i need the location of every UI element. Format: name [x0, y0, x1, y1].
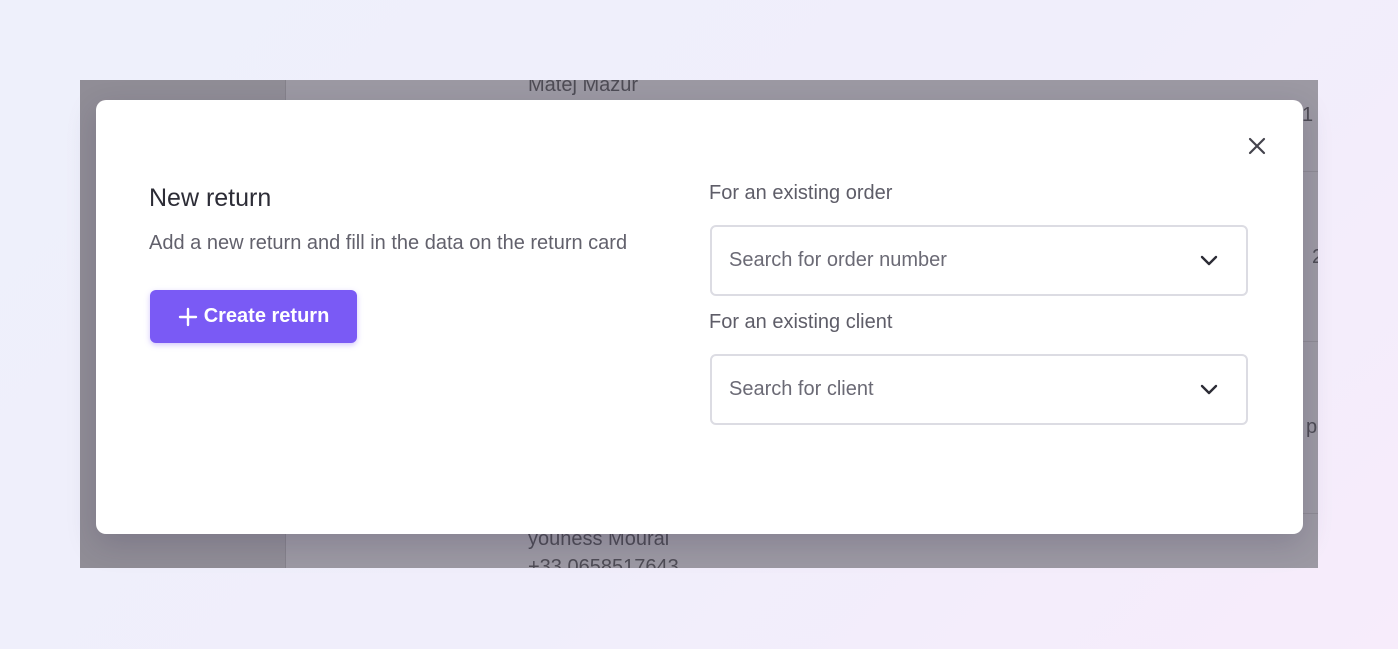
order-number-select[interactable]: Search for order number [710, 225, 1248, 296]
client-field-label: For an existing client [709, 311, 893, 333]
modal-title: New return [149, 184, 272, 212]
create-return-label: Create return [203, 305, 330, 327]
background-cell-edge: 1 [1302, 104, 1314, 126]
create-return-button[interactable]: Create return [150, 290, 357, 343]
chevron-down-icon [1200, 384, 1218, 395]
modal-subtitle: Add a new return and fill in the data on… [149, 232, 628, 254]
plus-icon [178, 307, 198, 327]
chevron-down-icon [1200, 255, 1218, 266]
background-cell-edge: p [1306, 416, 1318, 438]
new-return-modal: New return Add a new return and fill in … [96, 100, 1303, 534]
background-client-name: Matej Mazur [528, 80, 639, 96]
close-icon [1248, 137, 1266, 155]
background-client-phone: +33 0658517643 [528, 556, 679, 568]
client-select-placeholder: Search for client [729, 378, 874, 400]
background-cell-edge: 2 [1312, 246, 1318, 268]
order-field-label: For an existing order [709, 182, 893, 204]
close-button[interactable] [1245, 134, 1269, 158]
order-select-placeholder: Search for order number [729, 249, 947, 271]
client-select[interactable]: Search for client [710, 354, 1248, 425]
